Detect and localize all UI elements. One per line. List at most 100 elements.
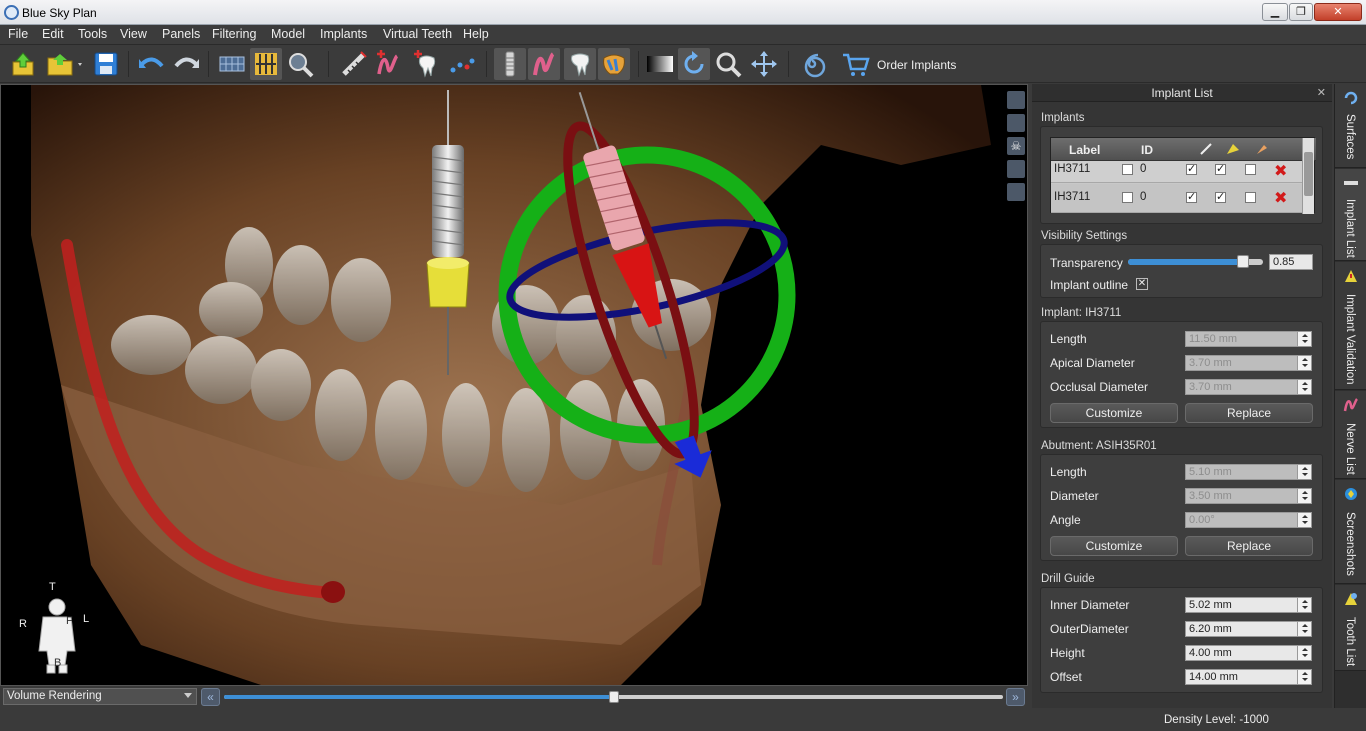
tab-implant-validation[interactable]: Implant Validation: [1335, 262, 1366, 390]
zoom-region-icon[interactable]: [284, 48, 316, 80]
abutment-length-field[interactable]: 5.10 mm: [1185, 464, 1312, 480]
maximize-button[interactable]: ❐: [1289, 3, 1313, 21]
teeth-visibility-icon[interactable]: [564, 48, 596, 80]
row-outline-checkbox[interactable]: [1186, 190, 1197, 203]
menu-edit[interactable]: Edit: [42, 27, 64, 41]
jaw-view-icon[interactable]: [1007, 160, 1025, 178]
nerve-visibility-icon[interactable]: [528, 48, 560, 80]
implant-visibility-icon[interactable]: [494, 48, 526, 80]
maximize-view-icon[interactable]: [1007, 91, 1025, 109]
pan-icon[interactable]: [748, 48, 780, 80]
menu-panels[interactable]: Panels: [162, 27, 200, 41]
col-outline-icon[interactable]: [1199, 142, 1213, 159]
menu-filtering[interactable]: Filtering: [212, 27, 256, 41]
tab-screenshots[interactable]: Screenshots: [1335, 480, 1366, 584]
transparency-input[interactable]: 0.85: [1269, 254, 1313, 270]
cart-icon[interactable]: [840, 48, 872, 80]
row-outline-checkbox[interactable]: [1186, 162, 1197, 175]
menu-implants[interactable]: Implants: [320, 27, 367, 41]
apical-diameter-field[interactable]: 3.70 mm: [1185, 355, 1312, 371]
offset-field[interactable]: 14.00 mm: [1185, 669, 1312, 685]
panel-close-icon[interactable]: ✕: [1317, 84, 1326, 102]
occlusal-diameter-field[interactable]: 3.70 mm: [1185, 379, 1312, 395]
panoramic-curve-icon[interactable]: [216, 48, 248, 80]
volume-render[interactable]: [1, 85, 1028, 686]
menu-virtual-teeth[interactable]: Virtual Teeth: [383, 27, 452, 41]
gradient-icon[interactable]: [644, 48, 676, 80]
stepper-icon[interactable]: [1297, 670, 1311, 684]
inner-diameter-field[interactable]: 5.02 mm: [1185, 597, 1312, 613]
stepper-icon[interactable]: [1297, 646, 1311, 660]
import-icon[interactable]: [8, 48, 40, 80]
slices-icon[interactable]: [250, 48, 282, 80]
add-tooth-icon[interactable]: [410, 48, 442, 80]
abutment-diameter-field[interactable]: 3.50 mm: [1185, 488, 1312, 504]
row-visible-checkbox[interactable]: [1215, 190, 1226, 203]
menu-file[interactable]: File: [8, 27, 28, 41]
outer-diameter-field[interactable]: 6.20 mm: [1185, 621, 1312, 637]
row-lock-checkbox[interactable]: [1245, 192, 1256, 203]
order-implants-button[interactable]: Order Implants: [877, 58, 956, 72]
surface-visibility-icon[interactable]: [598, 48, 630, 80]
menu-help[interactable]: Help: [463, 27, 489, 41]
abutment-customize-button[interactable]: Customize: [1050, 536, 1178, 556]
render-mode-select[interactable]: Volume Rendering: [3, 688, 197, 705]
tab-tooth-list[interactable]: Tooth List: [1335, 585, 1366, 671]
implant-customize-button[interactable]: Customize: [1050, 403, 1178, 423]
measure-icon[interactable]: [338, 48, 370, 80]
tab-implant-list[interactable]: Implant List: [1335, 169, 1366, 261]
height-field[interactable]: 4.00 mm: [1185, 645, 1312, 661]
tab-surfaces[interactable]: Surfaces: [1335, 84, 1366, 168]
delete-icon[interactable]: ✖: [1274, 188, 1287, 208]
row-visible-checkbox[interactable]: [1215, 162, 1226, 175]
abutment-replace-button[interactable]: Replace: [1185, 536, 1313, 556]
menu-view[interactable]: View: [120, 27, 147, 41]
scrollbar-thumb[interactable]: [1304, 152, 1313, 196]
rotate-icon[interactable]: [678, 48, 710, 80]
add-nerve-icon[interactable]: [372, 48, 404, 80]
delete-icon[interactable]: ✖: [1274, 161, 1287, 181]
skull-view-icon[interactable]: ☠: [1007, 137, 1025, 155]
tab-nerve-list[interactable]: Nerve List: [1335, 391, 1366, 479]
stepper-icon[interactable]: [1297, 513, 1311, 527]
implant-replace-button[interactable]: Replace: [1185, 403, 1313, 423]
transparency-slider-thumb[interactable]: [1236, 255, 1249, 268]
table-row[interactable]: IH3711 0 ✖: [1051, 161, 1303, 183]
stepper-icon[interactable]: [1297, 489, 1311, 503]
col-visibility-icon[interactable]: [1225, 142, 1241, 159]
implant-outline-checkbox[interactable]: ✕: [1136, 278, 1148, 290]
redo-icon[interactable]: [170, 48, 202, 80]
row-select-checkbox[interactable]: [1122, 164, 1133, 175]
slice-slider[interactable]: [224, 691, 1003, 703]
row-select-checkbox[interactable]: [1122, 192, 1133, 203]
3d-viewport[interactable]: T R L F B ☠: [0, 84, 1028, 686]
table-row[interactable]: IH3711 0 ✖: [1051, 184, 1303, 213]
col-lock-icon[interactable]: [1255, 142, 1269, 159]
points-icon[interactable]: [446, 48, 478, 80]
row-lock-checkbox[interactable]: [1245, 164, 1256, 175]
minimize-button[interactable]: ▁: [1262, 3, 1288, 21]
stepper-icon[interactable]: [1297, 622, 1311, 636]
slider-prev-button[interactable]: «: [201, 688, 220, 706]
stepper-icon[interactable]: [1297, 380, 1311, 394]
stepper-icon[interactable]: [1297, 332, 1311, 346]
transparency-slider[interactable]: [1128, 255, 1263, 268]
reset-view-icon[interactable]: [1007, 114, 1025, 132]
implant-length-field[interactable]: 11.50 mm: [1185, 331, 1312, 347]
stepper-icon[interactable]: [1297, 465, 1311, 479]
spiral-icon[interactable]: [796, 48, 828, 80]
abutment-angle-field[interactable]: 0.00°: [1185, 512, 1312, 528]
undo-icon[interactable]: [136, 48, 168, 80]
zoom-icon[interactable]: [712, 48, 744, 80]
stepper-icon[interactable]: [1297, 356, 1311, 370]
table-scrollbar[interactable]: [1302, 138, 1314, 214]
open-folder-icon[interactable]: [44, 48, 88, 80]
save-icon[interactable]: [90, 48, 122, 80]
menu-tools[interactable]: Tools: [78, 27, 107, 41]
slice-slider-thumb[interactable]: [608, 691, 619, 703]
menu-model[interactable]: Model: [271, 27, 305, 41]
slider-next-button[interactable]: »: [1006, 688, 1025, 706]
stepper-icon[interactable]: [1297, 598, 1311, 612]
surface-view-icon[interactable]: [1007, 183, 1025, 201]
close-button[interactable]: ✕: [1314, 3, 1362, 21]
